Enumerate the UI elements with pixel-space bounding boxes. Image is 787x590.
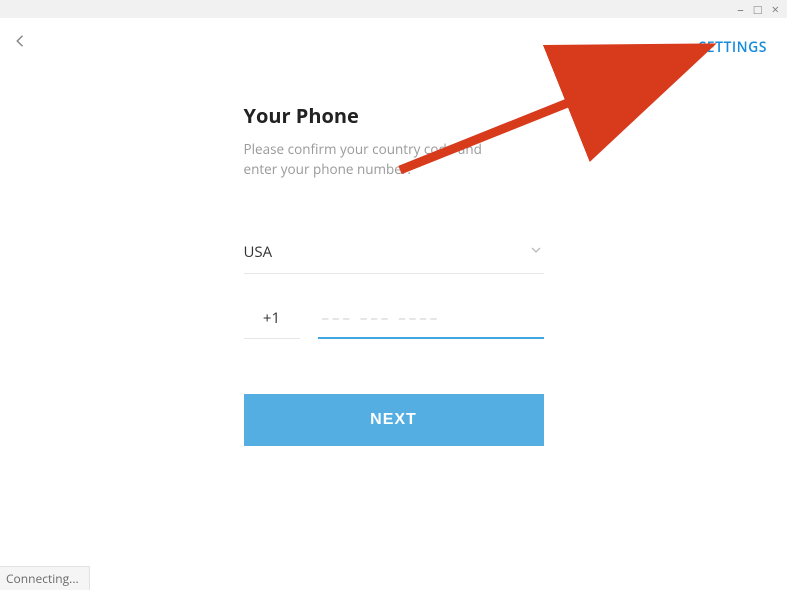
status-bar: Connecting... (0, 566, 90, 590)
phone-number-input[interactable] (318, 302, 544, 339)
close-button[interactable]: × (772, 3, 779, 16)
back-button[interactable] (12, 32, 30, 55)
arrow-left-icon (12, 33, 30, 55)
country-name-label: USA (244, 242, 273, 262)
window-titlebar: – □ × (0, 0, 787, 18)
settings-link[interactable]: SETTINGS (699, 38, 767, 57)
page-title: Your Phone (244, 102, 544, 129)
dial-code-input[interactable] (244, 302, 300, 339)
subtitle-line-1: Please confirm your country code and (244, 140, 482, 158)
maximize-button[interactable]: □ (754, 3, 762, 16)
page-subtitle: Please confirm your country code and ent… (244, 139, 544, 180)
phone-row (244, 302, 544, 339)
country-select[interactable]: USA (244, 235, 544, 274)
chevron-down-icon (528, 241, 544, 263)
app-header: SETTINGS (0, 18, 787, 62)
login-form: Your Phone Please confirm your country c… (244, 102, 544, 446)
subtitle-line-2: enter your phone number. (244, 160, 411, 178)
minimize-button[interactable]: – (737, 3, 744, 16)
next-button[interactable]: NEXT (244, 394, 544, 446)
